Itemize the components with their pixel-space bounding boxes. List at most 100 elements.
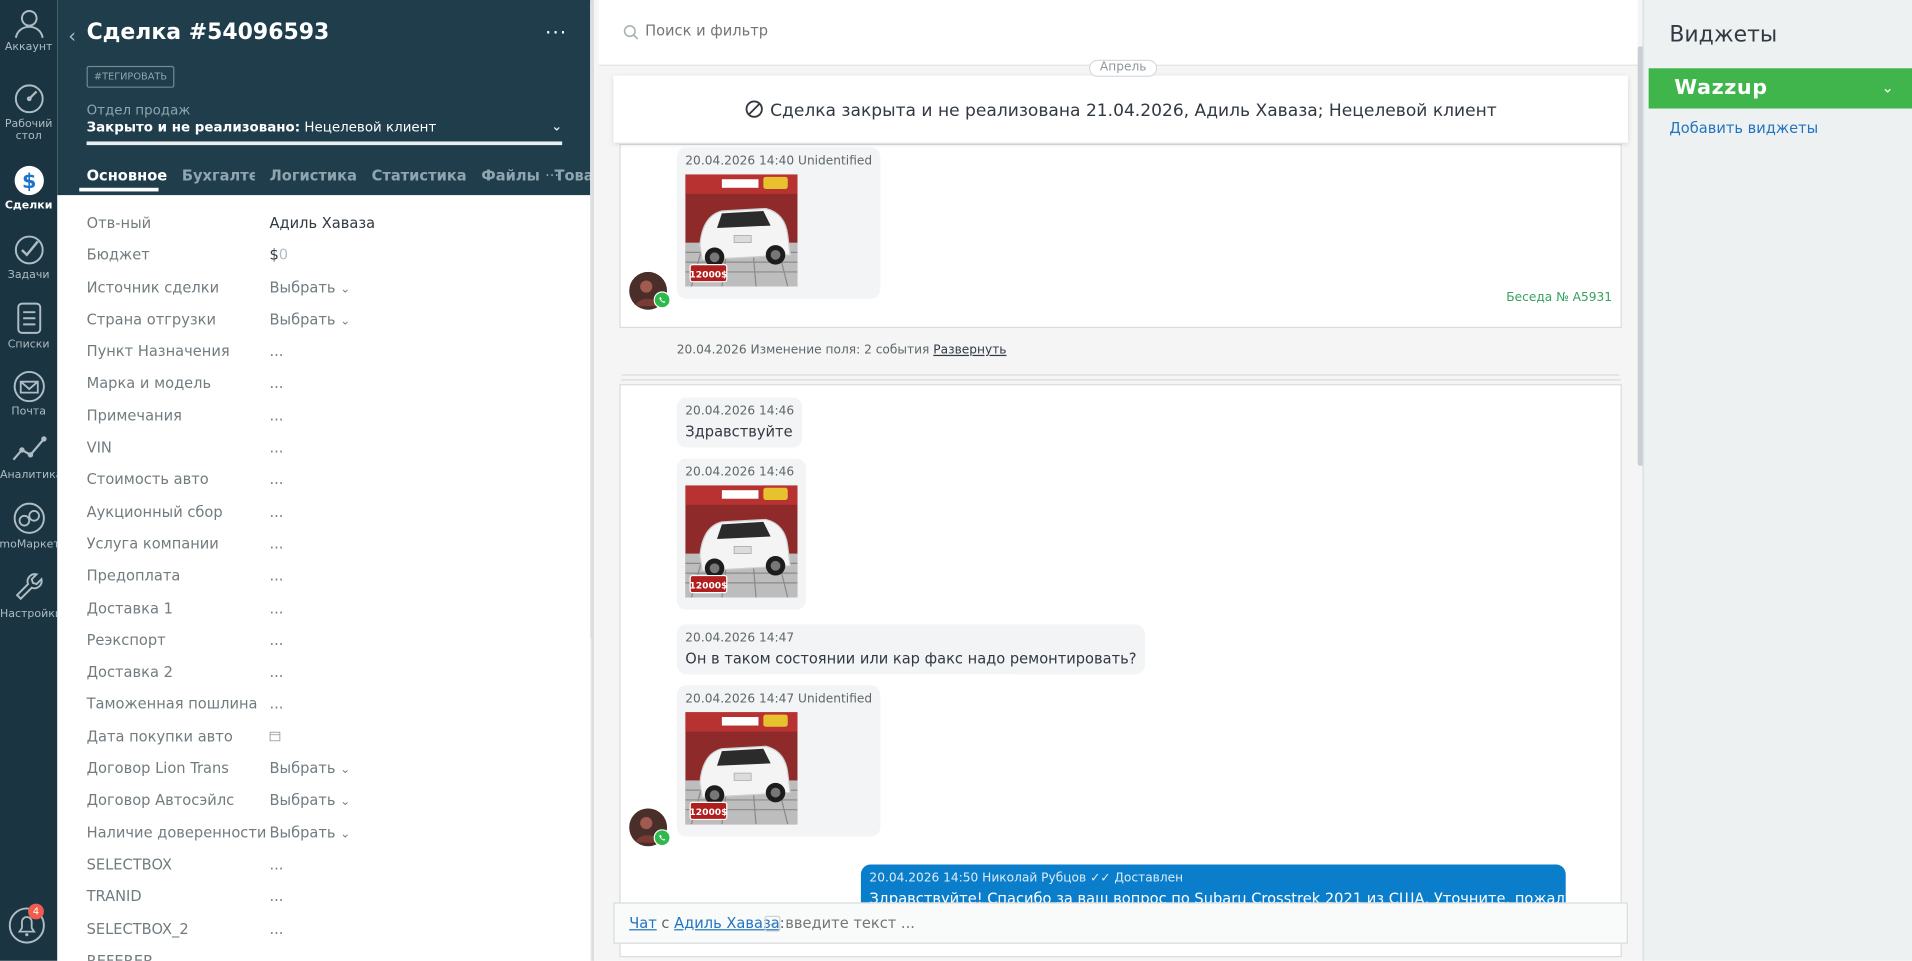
dashboard-icon xyxy=(14,84,44,114)
incoming-message[interactable]: 20.04.2026 14:46 Здравствуйте xyxy=(676,397,803,448)
deal-title[interactable]: Сделка #54096593 xyxy=(87,20,330,46)
field-make-model: Марка и модель... xyxy=(86,374,284,393)
price-label: 12000$ xyxy=(689,581,727,591)
field-contract-autosales: Договор Автосэйлс Выбрать ⌄ xyxy=(86,791,351,809)
field-value[interactable]: ... xyxy=(269,664,283,681)
field-value[interactable]: ... xyxy=(269,343,283,360)
field-value[interactable]: ... xyxy=(269,407,283,424)
nav-tasks[interactable]: Задачи xyxy=(0,233,57,282)
field-value[interactable]: ... xyxy=(269,856,283,873)
tab-files[interactable]: Файлы xyxy=(481,167,540,184)
price-label: 12000$ xyxy=(689,270,727,280)
car-photo[interactable]: 12000$ xyxy=(685,485,798,598)
chat-link[interactable]: Чат xyxy=(629,915,657,932)
svg-text:$: $ xyxy=(21,169,35,193)
chevron-down-icon[interactable]: ⌄ xyxy=(764,915,781,932)
chevron-down-icon[interactable]: ⌄ xyxy=(1882,79,1894,96)
nav-mail[interactable]: Почта xyxy=(0,369,57,418)
field-value[interactable]: ... xyxy=(269,696,283,713)
select-field[interactable]: Выбрать ⌄ xyxy=(269,792,350,809)
field-responsible: Отв-ный Адиль Хаваза xyxy=(86,214,376,232)
field-value[interactable]: ... xyxy=(269,439,283,456)
more-icon[interactable]: ··· xyxy=(545,21,567,44)
select-field[interactable]: Выбрать ⌄ xyxy=(269,279,350,296)
mail-icon xyxy=(13,370,45,403)
message-input[interactable] xyxy=(785,914,1274,932)
tag-button[interactable]: #ТЕГИРОВАТЬ xyxy=(86,65,175,88)
field-change-event: 20.04.2026 Изменение поля: 2 события Раз… xyxy=(676,343,1007,358)
chat-reference[interactable]: Беседа № A5931 xyxy=(1506,291,1612,304)
tabs-more-icon[interactable]: ··· xyxy=(545,167,559,184)
status-prefix: Закрыто и не реализовано: xyxy=(86,119,301,136)
incoming-message[interactable]: 20.04.2026 14:46 12000$ xyxy=(676,458,807,610)
incoming-message[interactable]: 20.04.2026 14:40 Unidentified 12000$ xyxy=(676,147,881,299)
wazzup-widget[interactable]: Wazzup ⌄ xyxy=(1648,68,1912,109)
nav-label: Списки xyxy=(7,338,50,352)
nav-dashboard[interactable]: Рабочий стол xyxy=(0,82,57,143)
market-icon xyxy=(13,502,45,534)
field-contract-lion-trans: Договор Lion Trans Выбрать ⌄ xyxy=(86,759,351,777)
field-value[interactable]: ... xyxy=(269,471,283,488)
field-value[interactable]: ... xyxy=(269,599,283,616)
field-destination: Пункт Назначения... xyxy=(86,342,284,360)
nav-settings[interactable]: Настройки xyxy=(0,569,58,621)
nav-lists[interactable]: Списки xyxy=(0,300,57,351)
field-value[interactable]: Адиль Хаваза xyxy=(269,215,375,232)
calendar-icon xyxy=(269,731,281,741)
nav-deals[interactable]: $ Сделки xyxy=(0,163,57,212)
select-field[interactable]: Выбрать ⌄ xyxy=(269,760,350,777)
field-value[interactable]: ... xyxy=(269,375,283,392)
field-value[interactable]: ... xyxy=(269,631,283,648)
message-composer: Чат с Адиль Хаваза: ⌄ xyxy=(613,902,1628,944)
incoming-message[interactable]: 20.04.2026 14:47 Он в таком состоянии ил… xyxy=(676,624,1146,675)
date-picker[interactable] xyxy=(269,728,281,745)
field-value[interactable]: ... xyxy=(269,503,283,520)
nav-label: Задачи xyxy=(7,269,50,282)
select-field[interactable]: Выбрать ⌄ xyxy=(269,311,350,328)
budget-input[interactable]: $0 xyxy=(269,247,288,264)
field-vin: VIN... xyxy=(86,439,284,457)
field-customs-duty: Таможенная пошлина... xyxy=(86,695,284,713)
field-value[interactable]: ... xyxy=(269,920,283,937)
status-select[interactable]: Закрыто и не реализовано: Нецелевой клие… xyxy=(87,120,563,136)
field-selectbox-2: SELECTBOX_2... xyxy=(86,920,284,938)
expand-link[interactable]: Развернуть xyxy=(933,344,1006,357)
select-field[interactable]: Выбрать ⌄ xyxy=(269,824,350,841)
field-car-price: Стоимость авто... xyxy=(86,471,284,489)
field-delivery-2: Доставка 2... xyxy=(86,663,284,681)
car-photo[interactable]: 12000$ xyxy=(685,174,798,287)
tab-logistics[interactable]: Логистика xyxy=(270,167,357,184)
tab-accounting[interactable]: Бухгалтерия xyxy=(182,167,255,184)
price-label: 12000$ xyxy=(689,808,727,818)
tab-main[interactable]: Основное xyxy=(87,167,168,184)
chevron-left-icon[interactable]: ‹ xyxy=(68,24,76,47)
incoming-message[interactable]: 20.04.2026 14:47 Unidentified 12000$ xyxy=(676,685,881,837)
search-icon xyxy=(623,25,639,40)
field-reexport: Реэкспорт... xyxy=(86,631,284,649)
search-input[interactable] xyxy=(645,21,1377,40)
delivered-check-icon: ✓✓ xyxy=(1090,871,1111,886)
nav-account[interactable]: Аккаунт xyxy=(0,7,57,54)
nav-analytics[interactable]: Аналитика xyxy=(0,433,57,482)
tasks-icon xyxy=(14,235,44,265)
notification-badge: 4 xyxy=(28,903,44,920)
pipeline-name: Отдел продаж xyxy=(86,102,191,119)
car-photo[interactable]: 12000$ xyxy=(685,712,798,825)
field-value[interactable]: ... xyxy=(269,888,283,905)
field-value[interactable]: ... xyxy=(269,535,283,552)
left-navigation: Аккаунт Рабочий стол $ Сделки Задачи Спи… xyxy=(0,0,57,961)
field-value[interactable]: ... xyxy=(269,567,283,584)
chevron-down-icon[interactable]: ⌄ xyxy=(551,118,562,134)
nav-market[interactable]: amoМаркет xyxy=(0,500,57,551)
tab-statistics[interactable]: Статистика xyxy=(372,167,467,184)
field-value[interactable]: ... xyxy=(269,952,283,961)
add-widgets-link[interactable]: Добавить виджеты xyxy=(1669,120,1818,137)
nav-label: Аналитика xyxy=(0,469,58,482)
whatsapp-icon xyxy=(653,291,671,309)
status-reason: Нецелевой клиент xyxy=(300,119,437,136)
analytics-icon xyxy=(11,436,46,461)
nav-label: Настройки xyxy=(0,608,58,621)
field-prepayment: Предоплата... xyxy=(86,567,284,585)
nav-label: Почта xyxy=(11,406,46,419)
field-purchase-date: Дата покупки авто xyxy=(87,728,575,760)
